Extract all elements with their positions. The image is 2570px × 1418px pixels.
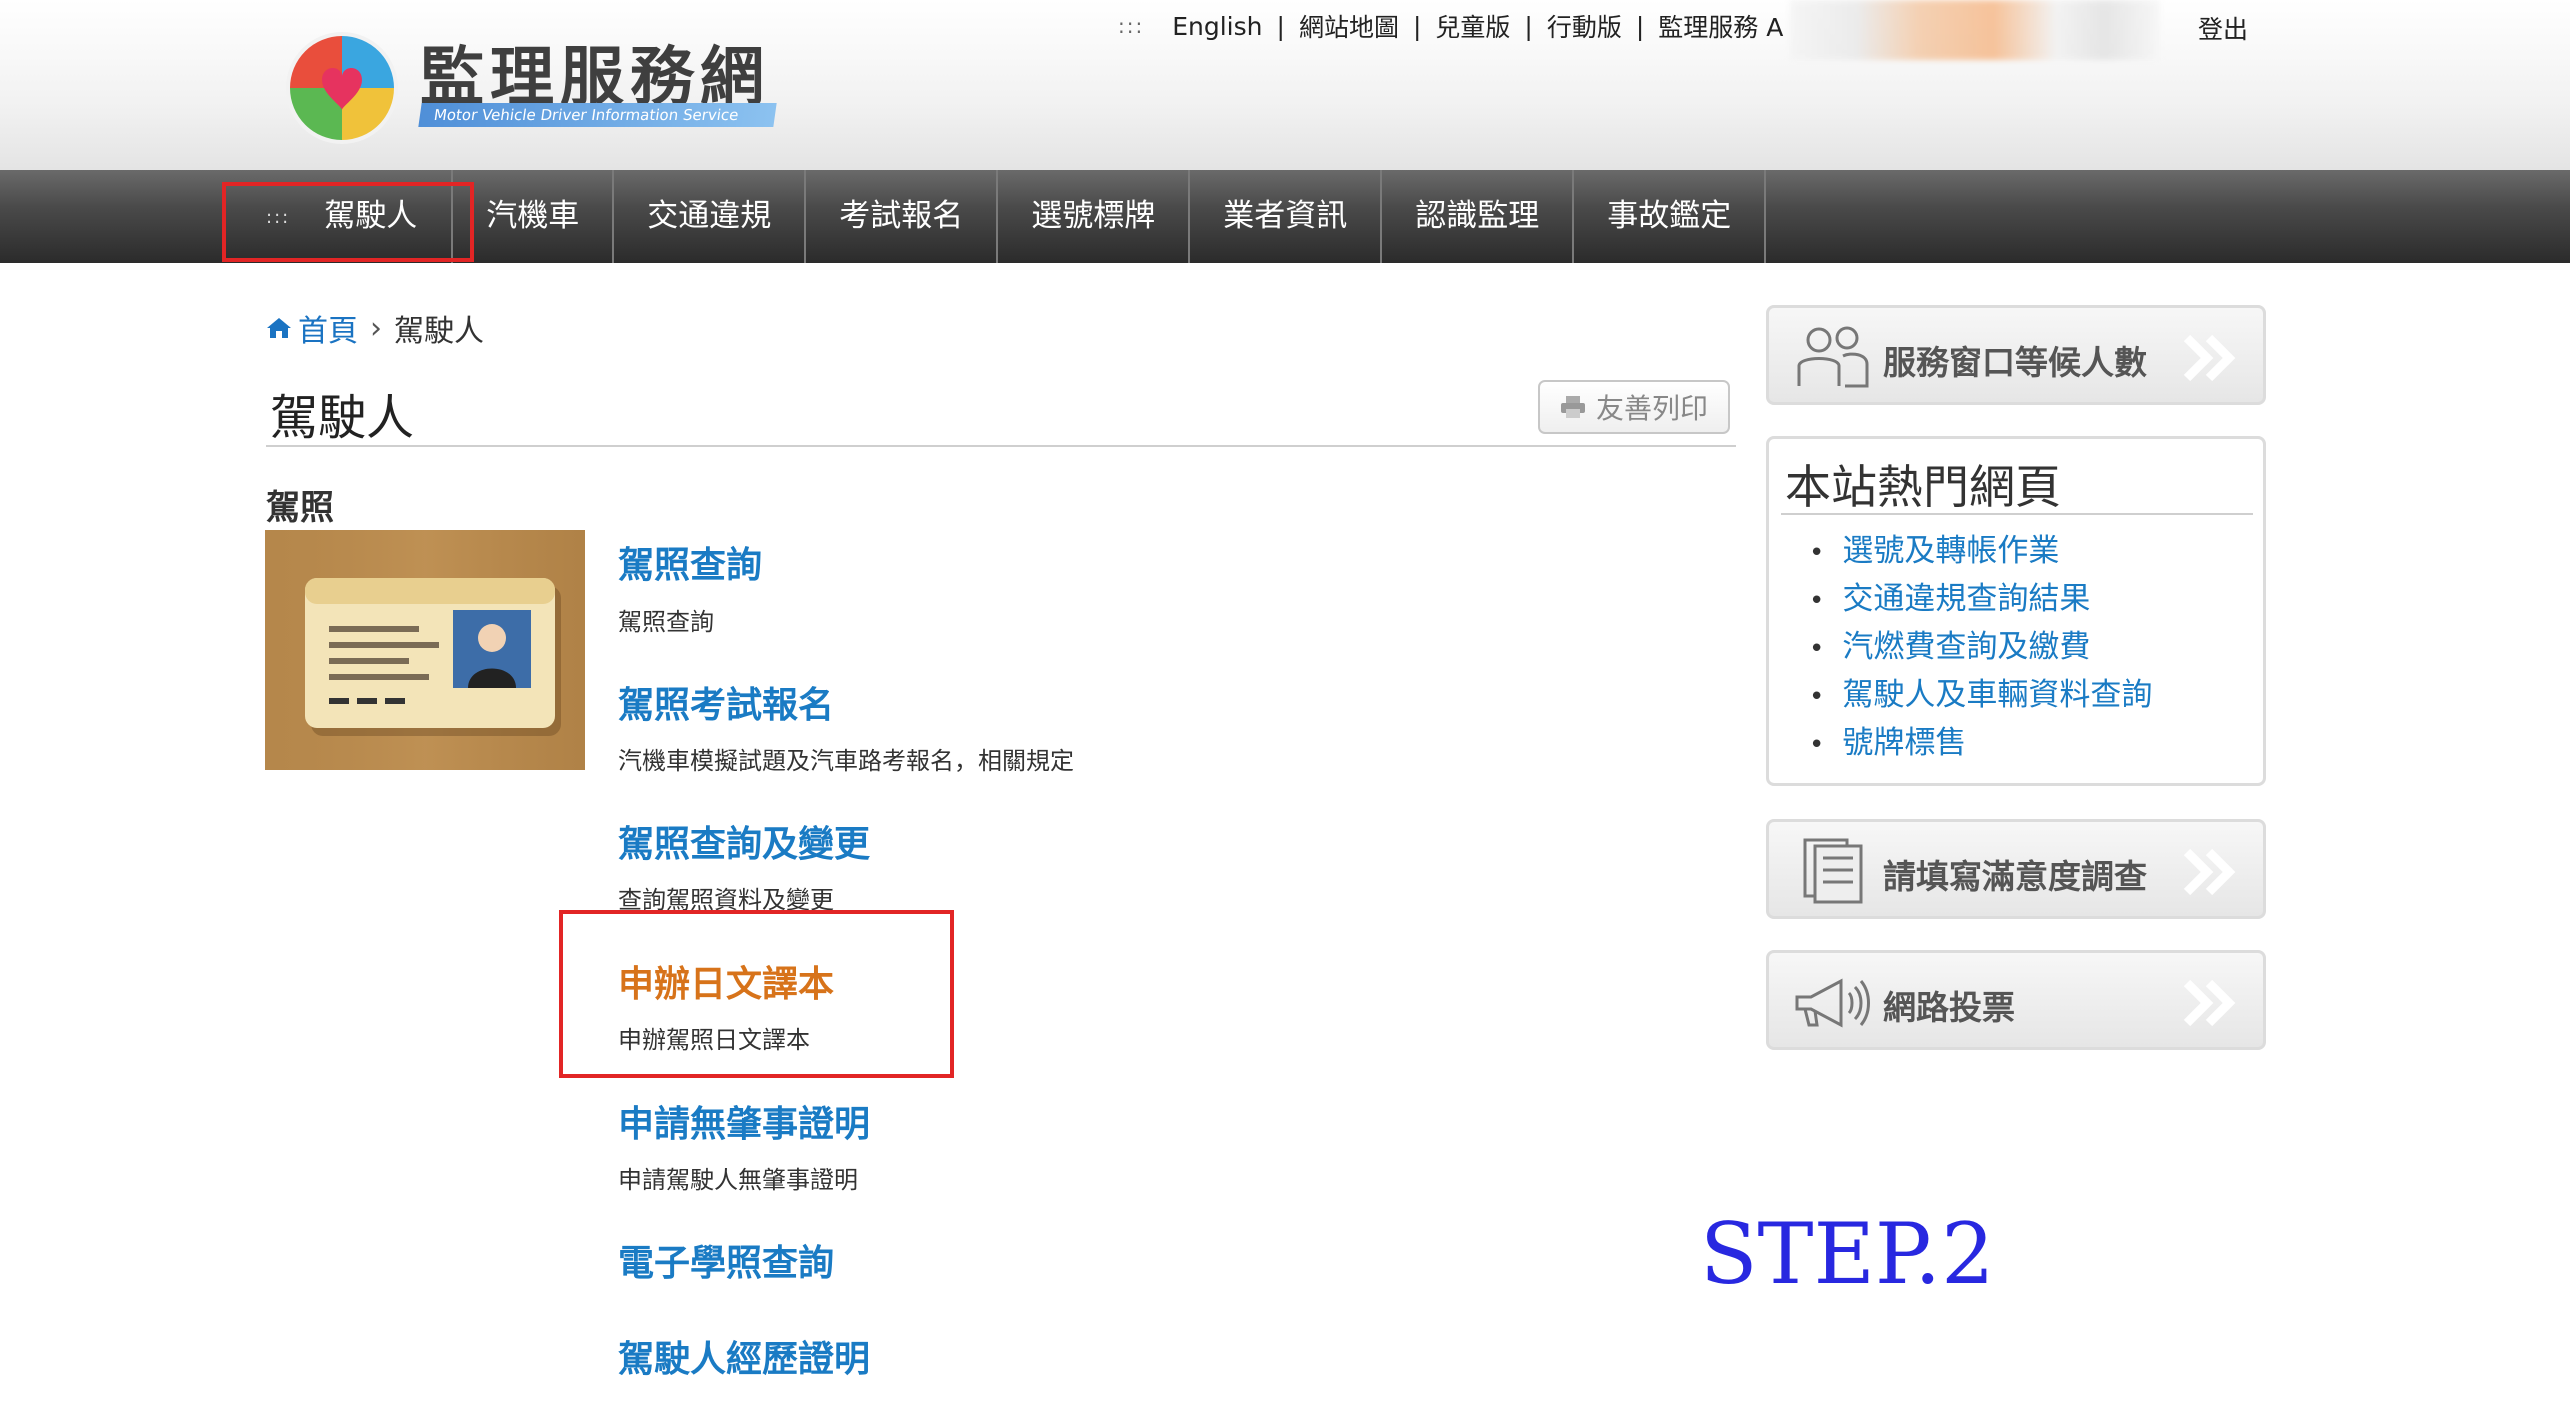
top-links-separator: | [1276,11,1285,41]
home-icon [267,318,291,338]
online-vote-button[interactable]: 網路投票 [1766,950,2266,1050]
nav-item-business-info[interactable]: 業者資訊 [1190,170,1383,263]
popular-pages-divider [1781,513,2253,515]
nav-item-vehicle[interactable]: 汽機車 [453,170,615,263]
top-link-english[interactable]: English [1172,12,1262,41]
breadcrumb-home[interactable]: 首頁 [298,306,358,350]
entry-license-query-desc: 駕照查詢 [618,608,714,636]
popular-pages-panel: 本站熱門網頁 選號及轉帳作業 交通違規查詢結果 汽燃費查詢及繳費 駕駛人及車輛資… [1766,436,2266,786]
waiting-count-label: 服務窗口等候人數 [1883,343,2147,382]
entry-no-accident-link[interactable]: 申請無肇事證明 [618,1095,870,1147]
top-link-kids[interactable]: 兒童版 [1435,8,1510,44]
entry-license-query-link[interactable]: 駕照查詢 [618,536,762,588]
satisfaction-survey-button[interactable]: 請填寫滿意度調查 [1766,819,2266,919]
entry-license-change-link[interactable]: 駕照查詢及變更 [618,815,870,867]
print-label: 友善列印 [1595,392,1708,425]
nav-item-traffic-violation[interactable]: 交通違規 [614,170,807,263]
nav-item-accident-appraisal[interactable]: 事故鑑定 [1574,170,1767,263]
entry-license-exam-desc: 汽機車模擬試題及汽車路考報名，相關規定 [618,747,1074,775]
breadcrumb-current: 駕駛人 [394,314,484,349]
top-links-accesskey[interactable]: ::: [1118,14,1144,38]
popular-link-plate-auction[interactable]: 號牌標售 [1809,719,2152,767]
entry-driver-history-link[interactable]: 駕駛人經歷證明 [618,1330,870,1382]
double-chevron-right-icon [2183,979,2236,1027]
highlight-box-entry [559,910,954,1078]
top-links: ::: English | 網站地圖 | 兒童版 | 行動版 | 監理服務 A [1118,8,1783,44]
title-divider [266,445,1736,447]
logo-subtitle: Motor Vehicle Driver Information Service [418,103,777,127]
top-link-sitemap[interactable]: 網站地圖 [1299,8,1399,44]
section-heading: 駕照 [266,488,334,528]
breadcrumb-arrow: › [370,310,382,346]
nav-item-about[interactable]: 認識監理 [1382,170,1575,263]
step-annotation: STEP.2 [1700,1205,1995,1303]
popular-link-plate-selection[interactable]: 選號及轉帳作業 [1809,527,2152,575]
popular-link-fuel-fee[interactable]: 汽燃費查詢及繳費 [1809,623,2152,671]
highlight-box-nav [222,182,474,262]
nav-item-plate-selection[interactable]: 選號標牌 [998,170,1191,263]
top-link-mobile[interactable]: 行動版 [1547,8,1622,44]
print-button[interactable]: 友善列印 [1538,380,1730,434]
satisfaction-survey-label: 請填寫滿意度調查 [1883,857,2147,896]
people-icon [1797,326,1869,388]
survey-document-icon [1803,838,1863,904]
top-links-separator: | [1635,11,1645,41]
blurred-user-info [1790,0,2160,60]
license-card-image [265,530,585,770]
online-vote-label: 網路投票 [1883,988,2015,1027]
site-header: 監理服務網 Motor Vehicle Driver Information S… [0,0,2570,170]
megaphone-icon [1795,978,1870,1028]
popular-link-driver-vehicle-query[interactable]: 駕駛人及車輛資料查詢 [1809,671,2152,719]
top-links-separator: | [1524,11,1533,41]
popular-pages-list: 選號及轉帳作業 交通違規查詢結果 汽燃費查詢及繳費 駕駛人及車輛資料查詢 號牌標… [1809,527,2152,767]
waiting-count-button[interactable]: 服務窗口等候人數 [1766,305,2266,405]
nav-item-exam-registration[interactable]: 考試報名 [806,170,999,263]
popular-pages-title: 本站熱門網頁 [1785,460,2061,514]
breadcrumb: 首頁 › 駕駛人 [266,306,484,350]
top-links-separator: | [1412,11,1422,41]
printer-icon [1560,396,1585,418]
logout-link[interactable]: 登出 [2198,10,2248,46]
popular-link-violation-results[interactable]: 交通違規查詢結果 [1809,575,2152,623]
page-title: 駕駛人 [270,390,415,446]
top-link-service-app[interactable]: 監理服務 A [1658,8,1783,44]
entry-learner-permit-link[interactable]: 電子學照查詢 [618,1234,834,1286]
double-chevron-right-icon [2183,848,2236,896]
entry-no-accident-desc: 申請駕駛人無肇事證明 [618,1166,858,1194]
entry-license-exam-link[interactable]: 駕照考試報名 [618,676,834,728]
double-chevron-right-icon [2183,334,2236,382]
